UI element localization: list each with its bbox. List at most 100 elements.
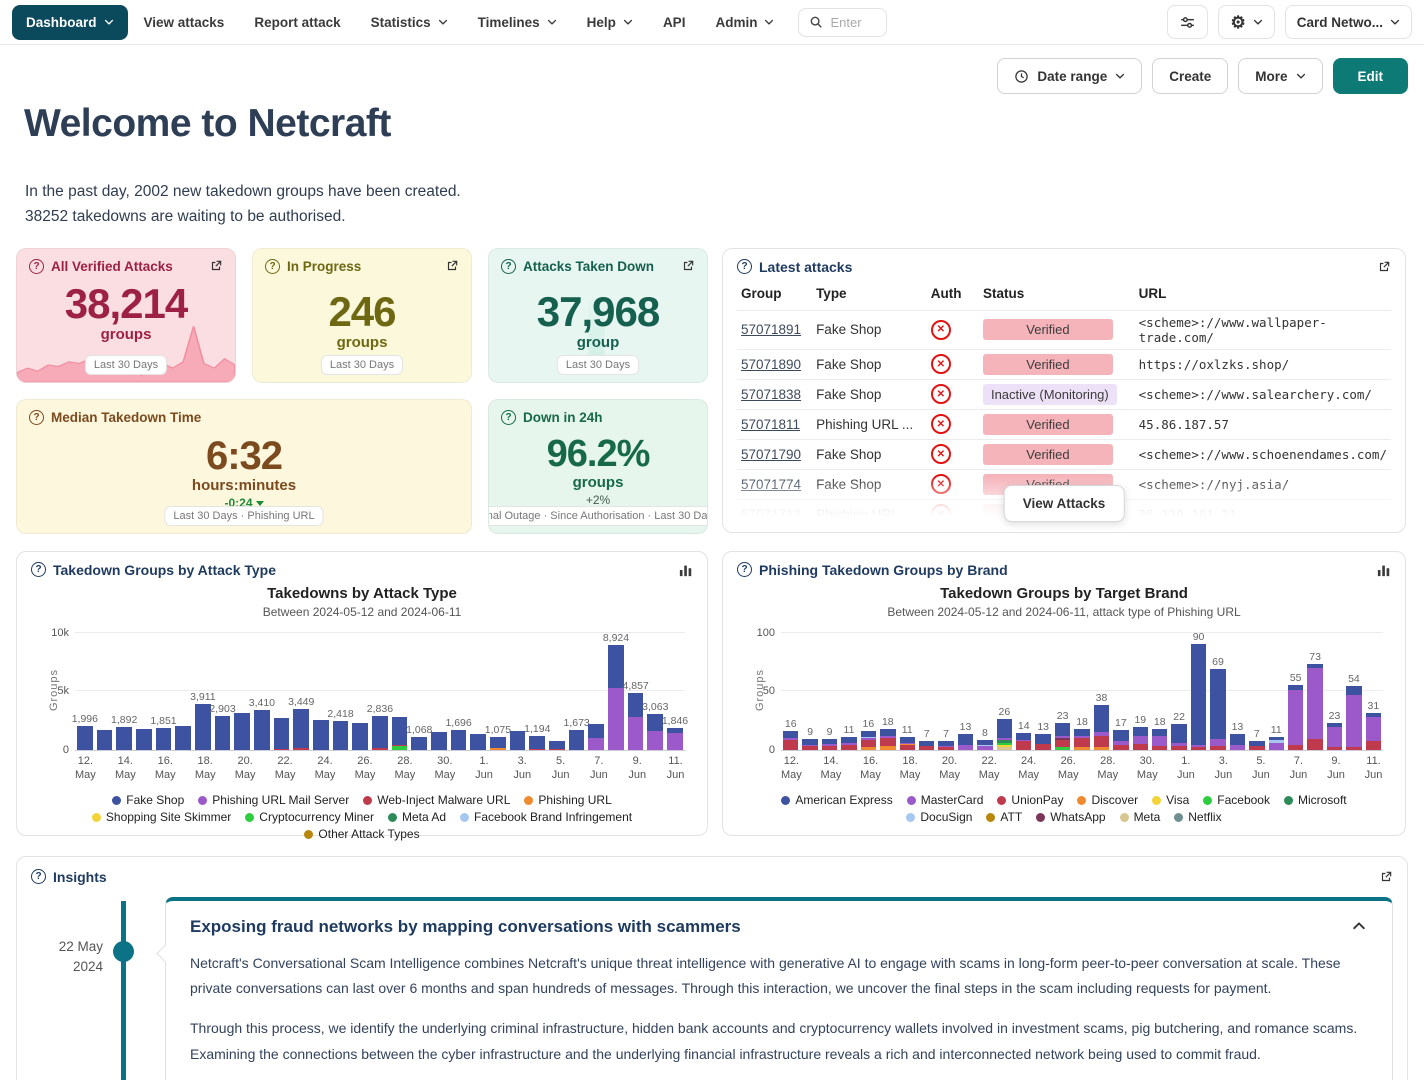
bar-9-jun[interactable]: 23: [1325, 633, 1344, 750]
bar-10-jun[interactable]: 54: [1344, 633, 1363, 750]
help-icon[interactable]: ?: [737, 562, 752, 577]
group-link[interactable]: 57071891: [741, 322, 801, 337]
group-link[interactable]: 57071838: [741, 387, 801, 402]
bar-21-may[interactable]: 3,410: [252, 633, 272, 750]
bar-3-jun[interactable]: 69: [1208, 633, 1227, 750]
help-icon[interactable]: ?: [31, 562, 46, 577]
help-icon[interactable]: ?: [29, 410, 44, 425]
help-icon[interactable]: ?: [501, 259, 516, 274]
help-icon[interactable]: ?: [737, 259, 752, 274]
help-icon[interactable]: ?: [501, 410, 516, 425]
legend-item-web-inject-malware-url[interactable]: Web-Inject Malware URL: [363, 793, 510, 807]
bar-8-jun[interactable]: 73: [1305, 633, 1324, 750]
bar-31-may[interactable]: 18: [1150, 633, 1169, 750]
bar-1-jun[interactable]: 22: [1169, 633, 1188, 750]
create-button[interactable]: Create: [1152, 58, 1228, 94]
group-link[interactable]: 57071790: [741, 447, 801, 462]
bar-25-may[interactable]: 13: [1033, 633, 1052, 750]
nav-item-api[interactable]: API: [649, 7, 700, 38]
external-link-icon[interactable]: [445, 259, 459, 273]
bar-23-may[interactable]: 26: [995, 633, 1014, 750]
bar-7-jun[interactable]: 55: [1286, 633, 1305, 750]
group-link[interactable]: 57071890: [741, 357, 801, 372]
edit-button[interactable]: Edit: [1333, 58, 1409, 94]
legend-item-visa[interactable]: Visa: [1152, 793, 1189, 807]
legend-item-mastercard[interactable]: MasterCard: [907, 793, 984, 807]
legend-item-american-express[interactable]: American Express: [781, 793, 892, 807]
bar-7-jun[interactable]: [586, 633, 606, 750]
group-link[interactable]: 57071774: [741, 477, 801, 492]
nav-item-view-attacks[interactable]: View attacks: [130, 7, 239, 38]
bar-2-jun[interactable]: 90: [1189, 633, 1208, 750]
bar-5-jun[interactable]: 7: [1247, 633, 1266, 750]
bar-22-may[interactable]: 8: [975, 633, 994, 750]
bar-26-may[interactable]: 23: [1053, 633, 1072, 750]
bar-4-jun[interactable]: 13: [1228, 633, 1247, 750]
nav-item-timelines[interactable]: Timelines: [464, 7, 571, 38]
nav-item-help[interactable]: Help: [573, 7, 647, 38]
bar-25-may[interactable]: 2,418: [331, 633, 351, 750]
external-link-icon[interactable]: [1377, 260, 1391, 274]
help-icon[interactable]: ?: [265, 259, 280, 274]
attacks-taken-down-card[interactable]: ? Attacks Taken Down 37,968 group Last 3…: [488, 248, 708, 383]
external-link-icon[interactable]: [681, 259, 695, 273]
bar-21-may[interactable]: 13: [956, 633, 975, 750]
legend-item-whatsapp[interactable]: WhatsApp: [1036, 810, 1105, 824]
bar-15-may[interactable]: 11: [839, 633, 858, 750]
legend-item-microsoft[interactable]: Microsoft: [1284, 793, 1347, 807]
external-link-icon[interactable]: [1379, 870, 1393, 884]
bar-27-may[interactable]: 18: [1072, 633, 1091, 750]
legend-item-facebook[interactable]: Facebook: [1203, 793, 1270, 807]
nav-item-admin[interactable]: Admin: [701, 7, 788, 38]
bar-31-may[interactable]: 1,696: [449, 633, 469, 750]
bar-29-may[interactable]: 1,068: [409, 633, 429, 750]
help-icon[interactable]: ?: [29, 259, 44, 274]
bar-chart-icon[interactable]: [1377, 563, 1391, 577]
bar-29-may[interactable]: 17: [1111, 633, 1130, 750]
bar-15-may[interactable]: [134, 633, 154, 750]
external-link-icon[interactable]: [209, 259, 223, 273]
bar-6-jun[interactable]: 1,673: [567, 633, 587, 750]
legend-item-meta-ad[interactable]: Meta Ad: [388, 810, 446, 824]
down-in-24h-card[interactable]: ? Down in 24h 96.2% groups +2% Final Out…: [488, 399, 708, 534]
nav-item-dashboard[interactable]: Dashboard: [12, 5, 128, 40]
search-box[interactable]: [798, 8, 887, 37]
search-input[interactable]: [830, 15, 876, 30]
bar-9-jun[interactable]: 4,857: [626, 633, 646, 750]
help-icon[interactable]: ?: [31, 869, 46, 884]
nav-item-report-attack[interactable]: Report attack: [240, 7, 354, 38]
legend-item-fake-shop[interactable]: Fake Shop: [112, 793, 184, 807]
bar-27-may[interactable]: 2,836: [370, 633, 390, 750]
bar-13-may[interactable]: 9: [800, 633, 819, 750]
bar-4-jun[interactable]: 1,194: [527, 633, 547, 750]
collapse-button[interactable]: [1350, 917, 1368, 935]
more-button[interactable]: More: [1238, 58, 1322, 94]
all-verified-attacks-card[interactable]: ? All Verified Attacks 38,214 groups Las…: [16, 248, 236, 383]
filters-button[interactable]: [1167, 5, 1208, 39]
bar-24-may[interactable]: [311, 633, 331, 750]
legend-item-phishing-url-mail-server[interactable]: Phishing URL Mail Server: [198, 793, 349, 807]
legend-item-other-attack-types[interactable]: Other Attack Types: [304, 827, 419, 841]
legend-item-meta[interactable]: Meta: [1120, 810, 1161, 824]
card-network-dropdown[interactable]: Card Netwo...: [1285, 5, 1412, 39]
bar-chart-icon[interactable]: [679, 563, 693, 577]
bar-30-may[interactable]: [429, 633, 449, 750]
bar-12-may[interactable]: 16: [781, 633, 800, 750]
bar-2-jun[interactable]: 1,075: [488, 633, 508, 750]
bar-11-jun[interactable]: 1,846: [665, 633, 685, 750]
bar-17-may[interactable]: 18: [878, 633, 897, 750]
legend-item-discover[interactable]: Discover: [1077, 793, 1138, 807]
bar-11-jun[interactable]: 31: [1364, 633, 1383, 750]
bar-23-may[interactable]: 3,449: [291, 633, 311, 750]
settings-button[interactable]: ⚙: [1218, 5, 1274, 39]
bar-16-may[interactable]: 16: [859, 633, 878, 750]
bar-13-may[interactable]: [95, 633, 115, 750]
group-link[interactable]: 57071811: [741, 417, 800, 432]
bar-12-may[interactable]: 1,996: [75, 633, 95, 750]
bar-14-may[interactable]: 1,892: [114, 633, 134, 750]
legend-item-shopping-site-skimmer[interactable]: Shopping Site Skimmer: [92, 810, 231, 824]
legend-item-facebook-brand-infringement[interactable]: Facebook Brand Infringement: [460, 810, 632, 824]
bar-18-may[interactable]: 3,911: [193, 633, 213, 750]
legend-item-cryptocurrency-miner[interactable]: Cryptocurrency Miner: [245, 810, 374, 824]
bar-20-may[interactable]: [232, 633, 252, 750]
